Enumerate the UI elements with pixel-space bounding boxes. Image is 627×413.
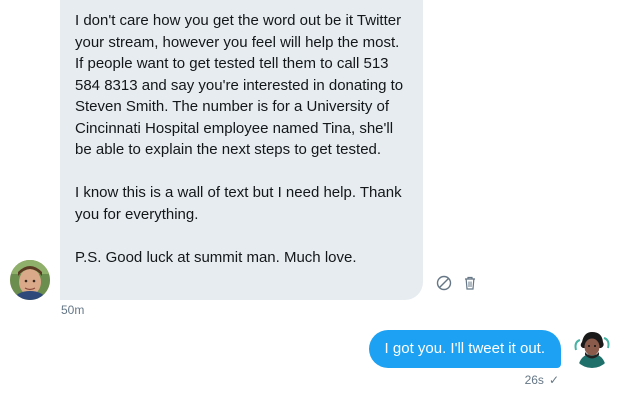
message-actions — [436, 275, 478, 291]
incoming-message-paragraph: I don't care how you get the word out be… — [75, 12, 404, 158]
sender-avatar[interactable] — [10, 260, 50, 300]
outgoing-message-bubble[interactable]: I got you. I'll tweet it out. — [368, 330, 561, 368]
own-avatar[interactable] — [572, 328, 612, 368]
incoming-message-timestamp: 50m — [61, 303, 85, 317]
outgoing-message-meta: 26s ✓ — [525, 373, 559, 387]
trash-icon[interactable] — [462, 275, 478, 291]
check-icon: ✓ — [548, 373, 559, 387]
own-avatar-image — [572, 328, 612, 368]
incoming-message-bubble[interactable]: I don't care how you get the word out be… — [60, 0, 423, 300]
outgoing-message-timestamp: 26s — [524, 373, 544, 387]
incoming-message-paragraph: P.S. Good luck at summit man. Much love. — [75, 248, 357, 266]
sender-avatar-image — [10, 260, 50, 300]
dm-conversation: I don't care how you get the word out be… — [0, 0, 627, 413]
block-icon[interactable] — [436, 275, 452, 291]
incoming-message-paragraph: I know this is a wall of text but I need… — [75, 184, 402, 223]
